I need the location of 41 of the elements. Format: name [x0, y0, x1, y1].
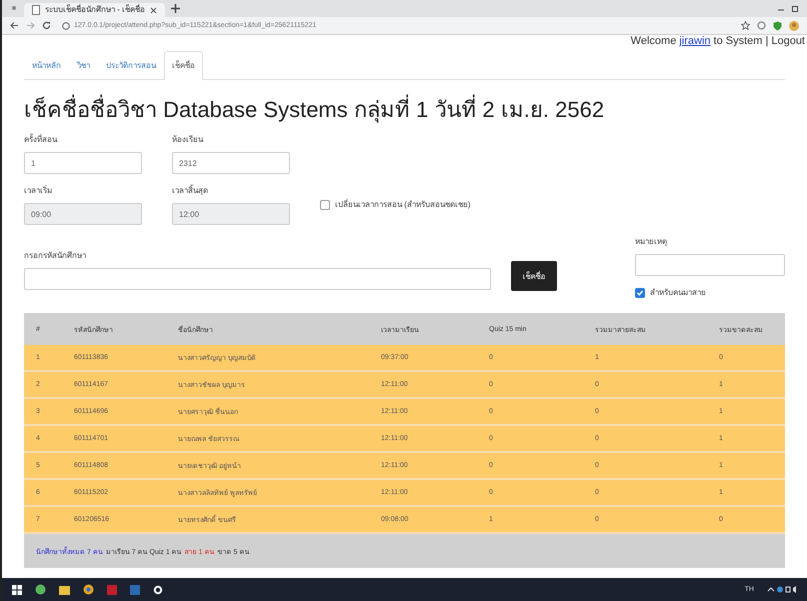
- page-icon: [32, 5, 40, 15]
- check-button[interactable]: เช็คชื่อ: [511, 261, 557, 291]
- nav-tab[interactable]: วิชา: [69, 51, 98, 80]
- avatar-icon[interactable]: [789, 20, 799, 30]
- checkbox[interactable]: [635, 288, 645, 298]
- checkbox-label: เปลี่ยนเวลาการสอน (สำหรับสอนชดเชย): [335, 198, 471, 211]
- app-icon[interactable]: [107, 584, 117, 594]
- folder-icon[interactable]: [59, 584, 70, 594]
- field-label: เวลาเริ่ม: [24, 184, 53, 197]
- input-field[interactable]: 1: [24, 152, 142, 174]
- field-label: หมายเหตุ: [635, 236, 668, 248]
- nav-tab[interactable]: เช็คชื่อ: [164, 51, 203, 80]
- nav-tab[interactable]: ประวัติการสอน: [98, 51, 164, 80]
- restore-icon[interactable]: [791, 4, 799, 12]
- field-label: ครั้งที่สอน: [24, 133, 58, 146]
- checkbox[interactable]: [320, 200, 330, 210]
- app-icon[interactable]: [35, 584, 46, 595]
- tray-icon[interactable]: [767, 585, 797, 594]
- nav-tab[interactable]: หน้าหลัก: [24, 51, 69, 80]
- welcome-text: Welcome: [630, 35, 676, 47]
- student-id-field[interactable]: [24, 268, 491, 290]
- welcome-text: to System |: [714, 35, 768, 47]
- star-icon[interactable]: [741, 21, 750, 30]
- field-label: กรอกรหัสนักศึกษา: [24, 250, 87, 262]
- logout-link[interactable]: Logout: [771, 35, 805, 47]
- browser-tab[interactable]: ระบบเช็คชื่อนักศึกษา - เช็คชื่อ: [24, 3, 166, 17]
- page-heading: เช็คชื่อชื่อวิชา Database Systems กลุ่มที่ 1 วันที่ 2 เม.ย. 2562: [24, 92, 785, 127]
- input-field[interactable]: 2312: [172, 152, 290, 174]
- new-tab-icon[interactable]: [171, 4, 180, 13]
- close-icon[interactable]: [150, 6, 158, 14]
- reload-icon[interactable]: [42, 21, 51, 30]
- field-label: เวลาสิ้นสุด: [172, 184, 209, 197]
- windows-icon[interactable]: [12, 584, 22, 594]
- checkbox-label: สำหรับคนมาสาย: [650, 287, 706, 299]
- back-arrow-icon[interactable]: [10, 21, 19, 30]
- note-field[interactable]: [635, 254, 785, 276]
- field-label: ห้องเรียน: [172, 134, 204, 146]
- username-link[interactable]: jirawin: [679, 35, 711, 47]
- tab-title: ระบบเช็คชื่อนักศึกษา - เช็คชื่อ: [45, 3, 146, 16]
- document-icon[interactable]: [130, 584, 140, 594]
- shield-icon[interactable]: [773, 20, 782, 30]
